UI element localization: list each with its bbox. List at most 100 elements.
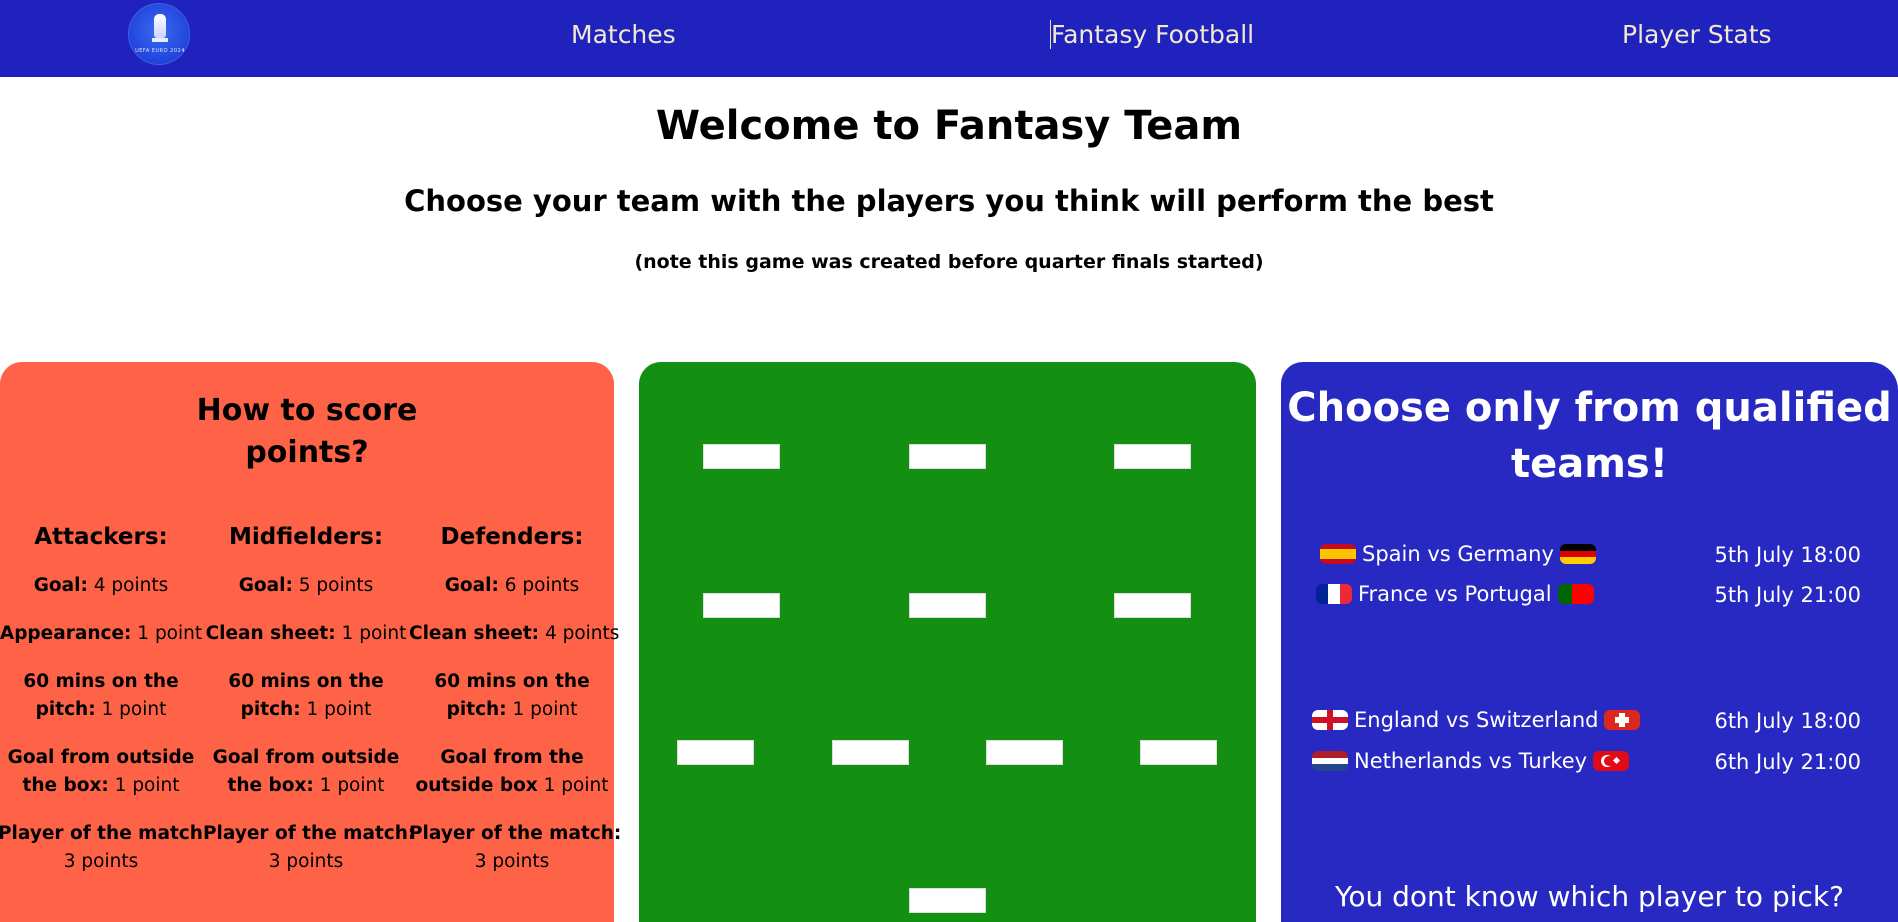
rule-value: 6 points: [498, 575, 580, 596]
rule-outside-box: Goal from outside the box: 1 point: [0, 744, 204, 800]
pitch-panel: [639, 362, 1256, 922]
match-label: England vs Switzerland: [1354, 708, 1599, 732]
match-row: France vs Portugal: [1316, 582, 1594, 606]
rule-value: 1 point: [506, 699, 578, 720]
trophy-base: [152, 38, 168, 42]
rule-label-2: the box:: [227, 775, 314, 796]
rule-clean-sheet: Clean sheet: 1 point: [203, 620, 409, 648]
match-label: France vs Portugal: [1358, 582, 1552, 606]
rule-value: 4 points: [539, 623, 620, 644]
rule-player-of-match: Player of the match: 3 points: [203, 820, 415, 876]
rule-label: 60 mins on the: [434, 671, 590, 692]
qualified-title-line2: teams!: [1511, 441, 1668, 487]
match-label: Spain vs Germany: [1362, 542, 1554, 566]
scoring-panel: How to score points? Attackers: Goal: 4 …: [0, 362, 621, 922]
navbar: UEFA EURO 2024 Matches Fantasy Football …: [0, 0, 1898, 77]
slot-forward-left[interactable]: [703, 444, 780, 469]
defenders-column: Defenders: Goal: 6 points Clean sheet: 4…: [409, 522, 621, 876]
rule-label: Goal from the: [440, 747, 584, 768]
match-row: England vs Switzerland: [1312, 708, 1641, 732]
rule-label: Clean sheet:: [205, 623, 336, 644]
rule-label: Clean sheet:: [409, 623, 540, 644]
nav-link-matches[interactable]: Matches: [571, 20, 676, 49]
page-title: Welcome to Fantasy Team: [655, 103, 1243, 149]
germany-flag-icon: [1559, 544, 1596, 564]
defenders-heading: Defenders:: [440, 524, 584, 550]
slot-midfield-center[interactable]: [909, 593, 986, 618]
rule-goal: Goal: 5 points: [203, 572, 409, 600]
rule-value: 3 points: [268, 851, 344, 872]
slot-defender-3[interactable]: [986, 740, 1063, 765]
qualified-teams-panel: Choose only from qualified teams! Spain …: [1281, 362, 1898, 922]
match-time: 5th July 21:00: [1714, 583, 1861, 607]
rule-outside-box: Goal from the outside box 1 point: [409, 744, 615, 800]
rule-player-of-match: Player of the match: 3 points: [0, 820, 210, 876]
rule-label: Goal:: [238, 575, 293, 596]
rule-appearance: Appearance: 1 point: [0, 620, 204, 648]
rule-value: 5 points: [292, 575, 374, 596]
rule-60-mins: 60 mins on the pitch: 1 point: [0, 668, 204, 724]
rule-label: Player of the match:: [0, 823, 211, 844]
match-time: 5th July 18:00: [1714, 543, 1861, 567]
rule-label-2: outside box: [415, 775, 538, 796]
switzerland-flag-icon: [1604, 710, 1641, 730]
slot-goalkeeper[interactable]: [909, 888, 986, 913]
rule-label: Goal:: [444, 575, 499, 596]
scoring-title-line1: How to score: [196, 393, 418, 428]
slot-midfield-right[interactable]: [1114, 593, 1191, 618]
spain-flag-icon: [1320, 544, 1356, 564]
france-flag-icon: [1316, 584, 1352, 604]
rule-clean-sheet: Clean sheet: 4 points: [409, 620, 619, 648]
slot-midfield-left[interactable]: [703, 593, 780, 618]
logo-text: UEFA EURO 2024: [135, 48, 185, 54]
rule-label: Player of the match:: [203, 823, 416, 844]
player-help-heading: You dont know which player to pick?: [1334, 880, 1844, 913]
rule-player-of-match: Player of the match: 3 points: [409, 820, 621, 876]
netherlands-flag-icon: [1312, 751, 1348, 771]
rule-label: 60 mins on the: [23, 671, 179, 692]
nav-link-player-stats[interactable]: Player Stats: [1622, 20, 1772, 49]
rule-label-2: pitch:: [446, 699, 507, 720]
rule-label: Goal from outside: [212, 747, 400, 768]
rule-label: 60 mins on the: [228, 671, 384, 692]
rule-value: 1 point: [300, 699, 372, 720]
rule-60-mins: 60 mins on the pitch: 1 point: [409, 668, 615, 724]
slot-forward-right[interactable]: [1114, 444, 1191, 469]
england-flag-icon: [1312, 710, 1348, 730]
match-row: Netherlands vs Turkey: [1312, 749, 1630, 773]
rule-label-2: pitch:: [35, 699, 96, 720]
match-time: 6th July 18:00: [1714, 709, 1861, 733]
rule-label: Player of the match:: [409, 823, 622, 844]
qualified-title-line1: Choose only from qualified: [1287, 385, 1892, 431]
nav-link-fantasy-football[interactable]: Fantasy Football: [1050, 20, 1254, 49]
rule-value: 1 point: [335, 623, 407, 644]
rule-value: 4 points: [87, 575, 169, 596]
rule-goal: Goal: 6 points: [409, 572, 615, 600]
match-label: Netherlands vs Turkey: [1354, 749, 1588, 773]
rule-goal: Goal: 4 points: [0, 572, 204, 600]
slot-forward-center[interactable]: [909, 444, 986, 469]
euro-logo-icon[interactable]: UEFA EURO 2024: [128, 3, 190, 65]
rule-value: 1 point: [95, 699, 167, 720]
portugal-flag-icon: [1557, 584, 1594, 604]
rule-value: 3 points: [63, 851, 139, 872]
attackers-heading: Attackers:: [34, 524, 168, 550]
rule-value: 1 point: [313, 775, 385, 796]
scoring-title-line2: points?: [245, 435, 369, 470]
rule-label-2: the box:: [22, 775, 109, 796]
slot-defender-4[interactable]: [1140, 740, 1217, 765]
attackers-column: Attackers: Goal: 4 points Appearance: 1 …: [0, 522, 210, 876]
slot-defender-1[interactable]: [677, 740, 754, 765]
rule-value: 1 point: [108, 775, 180, 796]
page-subtitle: Choose your team with the players you th…: [404, 184, 1494, 218]
rule-value: 1 point: [131, 623, 203, 644]
rule-label: Goal:: [33, 575, 88, 596]
rule-value: 3 points: [474, 851, 550, 872]
scoring-title: How to score points?: [0, 390, 614, 474]
trophy-icon: [154, 14, 166, 38]
match-row: Spain vs Germany: [1320, 542, 1596, 566]
turkey-flag-icon: [1593, 751, 1630, 771]
midfielders-column: Midfielders: Goal: 5 points Clean sheet:…: [203, 522, 415, 876]
rule-outside-box: Goal from outside the box: 1 point: [203, 744, 409, 800]
slot-defender-2[interactable]: [832, 740, 909, 765]
